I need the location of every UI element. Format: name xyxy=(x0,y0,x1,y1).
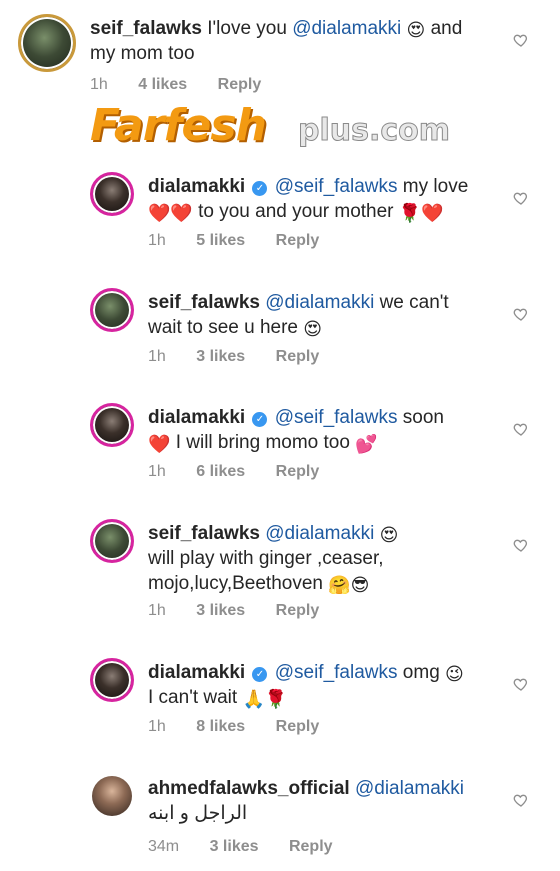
comment-meta: 1h 3 likes Reply xyxy=(148,602,345,620)
comment-text: seif_falawks @dialamakki 😍 will play wit… xyxy=(148,523,399,595)
emoji: ❤️ xyxy=(148,434,171,454)
emoji: ❤️❤️ xyxy=(148,203,193,223)
comment-meta: 34m 3 likes Reply xyxy=(148,838,359,856)
username[interactable]: seif_falawks xyxy=(148,523,260,544)
avatar[interactable] xyxy=(18,14,76,72)
comment-meta: 1h 8 likes Reply xyxy=(148,718,345,736)
reply-button[interactable]: Reply xyxy=(289,838,333,855)
avatar[interactable] xyxy=(90,172,134,216)
username[interactable]: dialamakki xyxy=(148,176,245,197)
comment-text: dialamakki ✓ @seif_falawks omg 😉 I can't… xyxy=(148,662,464,709)
watermark-logo: Farfesh plus.com xyxy=(90,100,485,158)
comment-meta: 1h 6 likes Reply xyxy=(148,463,345,481)
likes-count[interactable]: 4 likes xyxy=(138,76,187,93)
comment-time: 34m xyxy=(148,838,180,855)
comment-text: ahmedfalawks_official @dialamakki الراجل… xyxy=(148,776,508,826)
like-heart-icon[interactable] xyxy=(513,676,529,692)
like-heart-icon[interactable] xyxy=(513,306,529,322)
username[interactable]: dialamakki xyxy=(148,407,245,428)
avatar[interactable] xyxy=(90,519,134,563)
watermark-main: Farfesh xyxy=(90,100,267,151)
mention[interactable]: @seif_falawks xyxy=(275,407,398,428)
comment-time: 1h xyxy=(148,602,166,619)
comment-text: seif_falawks I'love you @dialamakki 😍 an… xyxy=(90,18,463,64)
comment-time: 1h xyxy=(148,718,166,735)
comment-time: 1h xyxy=(148,232,166,249)
avatar[interactable] xyxy=(92,776,132,816)
likes-count[interactable]: 8 likes xyxy=(196,718,245,735)
username[interactable]: seif_falawks xyxy=(148,292,260,313)
emoji: 😉 xyxy=(445,664,464,684)
emoji: 🙏🌹 xyxy=(242,689,288,709)
like-heart-icon[interactable] xyxy=(513,537,529,553)
likes-count[interactable]: 6 likes xyxy=(196,463,245,480)
reply-button[interactable]: Reply xyxy=(276,602,320,619)
reply-button[interactable]: Reply xyxy=(276,718,320,735)
verified-badge-icon: ✓ xyxy=(252,667,268,682)
avatar[interactable] xyxy=(90,658,134,702)
avatar[interactable] xyxy=(90,288,134,332)
reply-button[interactable]: Reply xyxy=(218,76,262,93)
comment-time: 1h xyxy=(90,76,108,93)
mention[interactable]: @dialamakki xyxy=(355,778,464,799)
verified-badge-icon: ✓ xyxy=(252,412,268,427)
reply-button[interactable]: Reply xyxy=(276,232,320,249)
emoji: 😍 xyxy=(406,20,426,40)
verified-badge-icon: ✓ xyxy=(252,181,268,196)
comment-time: 1h xyxy=(148,348,166,365)
emoji: 😍 xyxy=(303,319,323,339)
likes-count[interactable]: 3 likes xyxy=(210,838,259,855)
likes-count[interactable]: 5 likes xyxy=(196,232,245,249)
username[interactable]: seif_falawks xyxy=(90,18,202,39)
emoji: 🤗😎 xyxy=(328,575,370,595)
comment-meta: 1h 4 likes Reply xyxy=(90,76,287,94)
comment-text: dialamakki ✓ @seif_falawks my love ❤️❤️ … xyxy=(148,176,469,223)
like-heart-icon[interactable] xyxy=(513,190,529,206)
reply-button[interactable]: Reply xyxy=(276,463,320,480)
comment-body: الراجل و ابنه xyxy=(148,803,248,824)
mention[interactable]: @dialamakki xyxy=(265,292,374,313)
mention[interactable]: @seif_falawks xyxy=(275,662,398,683)
emoji: 🌹❤️ xyxy=(398,203,444,223)
username[interactable]: dialamakki xyxy=(148,662,245,683)
likes-count[interactable]: 3 likes xyxy=(196,602,245,619)
mention[interactable]: @dialamakki xyxy=(265,523,374,544)
comment-text: seif_falawks @dialamakki we can't wait t… xyxy=(148,292,449,339)
reply-button[interactable]: Reply xyxy=(276,348,320,365)
comment-time: 1h xyxy=(148,463,166,480)
comment-text: dialamakki ✓ @seif_falawks soon ❤️ I wil… xyxy=(148,407,444,454)
mention[interactable]: @seif_falawks xyxy=(275,176,398,197)
mention[interactable]: @dialamakki xyxy=(292,18,401,39)
username[interactable]: ahmedfalawks_official xyxy=(148,778,350,799)
avatar[interactable] xyxy=(90,403,134,447)
emoji: 😍 xyxy=(379,525,399,545)
likes-count[interactable]: 3 likes xyxy=(196,348,245,365)
emoji: 💕 xyxy=(355,434,378,454)
comment-meta: 1h 5 likes Reply xyxy=(148,232,345,250)
watermark-sub: plus.com xyxy=(297,113,451,149)
like-heart-icon[interactable] xyxy=(513,421,529,437)
like-heart-icon[interactable] xyxy=(513,792,529,808)
comment-meta: 1h 3 likes Reply xyxy=(148,348,345,366)
like-heart-icon[interactable] xyxy=(513,32,529,48)
